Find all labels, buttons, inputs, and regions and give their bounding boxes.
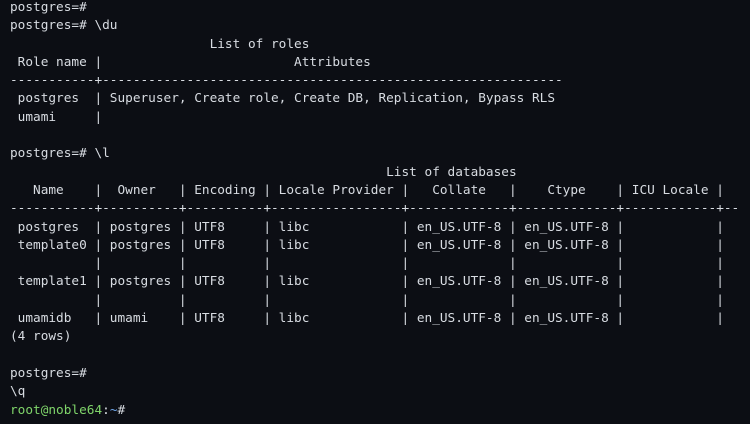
prompt-separator: :: [102, 402, 110, 418]
terminal-line-13: postgres | postgres | UTF8 | libc | en_U…: [10, 219, 724, 235]
shell-prompt[interactable]: root@noble64:~#: [10, 402, 750, 420]
terminal-line-14: template0 | postgres | UTF8 | libc | en_…: [10, 237, 724, 253]
terminal-line-9: postgres=# \l: [10, 146, 110, 162]
terminal-line-15: | | | | | | |: [10, 256, 724, 272]
terminal-line-7: umami |: [10, 109, 103, 125]
terminal-line-8: [10, 127, 750, 145]
terminal-line-19: (4 rows): [10, 329, 72, 345]
terminal-line-1: postgres=#: [10, 0, 87, 15]
prompt-path: ~: [109, 402, 118, 418]
terminal-line-17: | | | | | | |: [10, 292, 724, 308]
terminal-window[interactable]: postgres=# postgres=# \du List of roles …: [0, 0, 750, 424]
terminal-line-18: umamidb | umami | UTF8 | libc | en_US.UT…: [10, 311, 724, 327]
prompt-user-host: root@noble64: [10, 402, 103, 418]
terminal-line-5: -----------+----------------------------…: [10, 73, 563, 89]
terminal-line-16: template1 | postgres | UTF8 | libc | en_…: [10, 274, 724, 290]
terminal-line-11: Name | Owner | Encoding | Locale Provide…: [10, 182, 724, 198]
terminal-line-22: \q: [10, 384, 26, 400]
terminal-line-6: postgres | Superuser, Create role, Creat…: [10, 91, 556, 107]
prompt-symbol: #: [117, 402, 126, 418]
terminal-line-4: Role name | Attributes: [10, 54, 371, 70]
terminal-line-3: List of roles: [10, 36, 310, 52]
terminal-line-2: postgres=# \du: [10, 18, 118, 34]
terminal-line-12: -----------+----------+----------+------…: [10, 201, 740, 217]
terminal-line-21: postgres=#: [10, 365, 87, 381]
terminal-line-20: [10, 347, 750, 365]
terminal-line-10: List of databases: [10, 164, 517, 180]
